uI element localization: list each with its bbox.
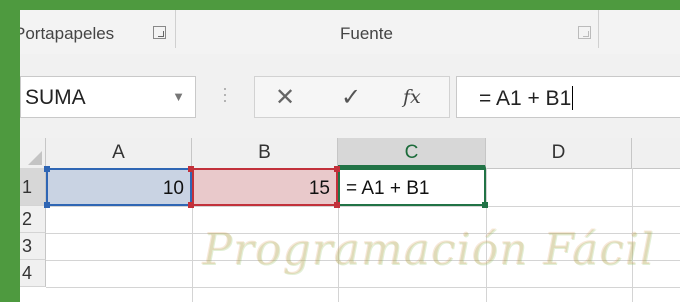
cell-b1[interactable]: 15	[192, 168, 338, 206]
ribbon-group-labels: Portapapeles Fuente	[20, 10, 680, 55]
row-header-1[interactable]: 1	[20, 168, 46, 206]
row-header-2[interactable]: 2	[20, 206, 46, 233]
fill-handle[interactable]	[482, 202, 488, 208]
formula-input[interactable]: = A1 + B1	[456, 76, 680, 118]
insert-function-icon[interactable]: fx	[403, 86, 421, 108]
range-handle[interactable]	[334, 166, 340, 172]
chevron-down-icon[interactable]: ▼	[172, 89, 185, 104]
row-header-3[interactable]: 3	[20, 233, 46, 260]
range-handle[interactable]	[44, 166, 50, 172]
row-header-4[interactable]: 4	[20, 260, 46, 287]
range-handle[interactable]	[44, 202, 50, 208]
cell-c1[interactable]: = A1 + B1	[338, 168, 486, 206]
column-header-c[interactable]: C	[338, 138, 486, 168]
name-box-value: SUMA	[25, 86, 86, 109]
group-divider	[175, 10, 176, 48]
watermark-text: Programación Fácil	[202, 224, 655, 275]
range-handle[interactable]	[188, 166, 194, 172]
group-divider	[598, 10, 599, 48]
range-handle[interactable]	[334, 202, 340, 208]
watermark-logo: Programación Fácil	[202, 224, 655, 275]
column-header-a[interactable]: A	[46, 138, 192, 168]
font-dialog-launcher-icon[interactable]	[578, 26, 591, 39]
formula-buttons: ✕ ✓ fx	[254, 76, 450, 118]
clipboard-group-label: Portapapeles	[20, 24, 115, 43]
enter-check-icon[interactable]: ✓	[341, 83, 361, 112]
cancel-icon[interactable]: ✕	[275, 83, 295, 112]
column-header-b[interactable]: B	[192, 138, 338, 168]
select-all-button[interactable]	[20, 138, 46, 168]
excel-window: Portapapeles Fuente SUMA ▼ · · · ✕ ✓ fx = …	[20, 10, 680, 302]
formula-bar: SUMA ▼ · · · ✕ ✓ fx = A1 + B1	[20, 54, 680, 138]
cell-a1[interactable]: 10	[46, 168, 192, 206]
column-header-d[interactable]: D	[486, 138, 632, 168]
name-box[interactable]: SUMA ▼	[20, 76, 196, 118]
formula-text: = A1 + B1	[479, 86, 574, 110]
font-group-label: Fuente	[340, 24, 393, 43]
grip-dots-icon[interactable]: · · ·	[222, 79, 228, 109]
worksheet-grid: A B C D 1 2 3 4 10 15 = A1 + B1 Programa…	[20, 138, 680, 302]
range-handle[interactable]	[188, 202, 194, 208]
gridline	[46, 287, 680, 288]
clipboard-dialog-launcher-icon[interactable]	[153, 26, 166, 39]
